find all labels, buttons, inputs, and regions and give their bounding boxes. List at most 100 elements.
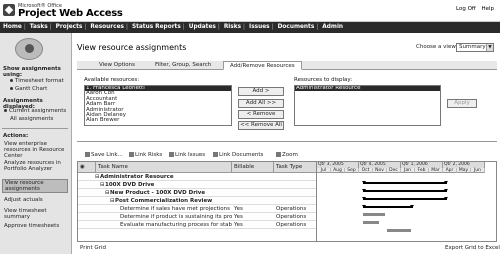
link-risks-button[interactable]: Link Risks xyxy=(129,150,162,160)
resources-to-display-list[interactable]: Administrator Resource xyxy=(294,85,441,126)
add-all-button[interactable]: Add All >> xyxy=(238,99,284,108)
choose-view-select[interactable]: Summary ▼ xyxy=(456,43,494,52)
options-tabs: View Options Filter, Group, Search Add/R… xyxy=(77,61,497,70)
gantt-month-header: Nov xyxy=(373,167,387,173)
summary-bar xyxy=(362,181,448,184)
task-name-cell: 100X DVD Drive xyxy=(105,182,155,188)
table-row[interactable]: ⊟ 100X DVD Drive xyxy=(78,181,316,189)
gantt-month-header: Aug xyxy=(331,167,345,173)
available-resources-list[interactable]: 1. Francesca Leonetti Aaron Con Accounta… xyxy=(84,85,232,126)
task-type-cell: Operations xyxy=(276,206,307,212)
task-bar xyxy=(387,229,411,232)
current-assignments-option[interactable]: Current assignments xyxy=(4,108,66,114)
billable-cell: Yes xyxy=(234,206,243,212)
zoom-button[interactable]: Zoom xyxy=(276,150,298,160)
indicator-header: ◉ xyxy=(78,162,96,173)
action-view-enterprise[interactable]: View enterprise resources in Resource Ce… xyxy=(4,141,68,159)
collapse-icon[interactable]: ⊟ xyxy=(110,197,115,205)
nav-status-reports[interactable]: Status Reports xyxy=(132,24,181,30)
table-row[interactable]: Evaluate manufacturing process for stabi… xyxy=(78,221,316,229)
nav-admin[interactable]: Admin xyxy=(322,24,343,30)
tab-add-remove-resources[interactable]: Add/Remove Resources xyxy=(223,61,302,70)
summary-bar xyxy=(362,205,414,208)
gantt-month-header: Feb xyxy=(415,167,429,173)
task-name-cell: New Product - 100X DVD Drive xyxy=(110,190,206,196)
action-view-assignments[interactable]: View resource assignments xyxy=(2,179,68,193)
action-approve-timesheets[interactable]: Approve timesheets xyxy=(4,223,68,229)
collapse-icon[interactable]: ⊟ xyxy=(105,189,110,197)
table-row[interactable]: ⊟ Administrator Resource xyxy=(78,173,316,181)
nav-issues[interactable]: Issues xyxy=(249,24,270,30)
collapse-icon[interactable]: ⊟ xyxy=(95,173,100,181)
link-icon xyxy=(213,152,218,157)
apply-button[interactable]: Apply xyxy=(447,99,477,108)
page-title: View resource assignments xyxy=(77,43,187,52)
action-analyze-resources[interactable]: Analyze resources in Portfolio Analyzer xyxy=(4,160,68,172)
nav-projects[interactable]: Projects xyxy=(56,24,83,30)
available-label: Available resources: xyxy=(84,77,140,83)
gantt-month-header: Apr xyxy=(443,167,457,173)
export-grid-link[interactable]: Export Grid to Excel xyxy=(445,245,500,251)
task-name-cell: Determine if product is sustaining its p… xyxy=(120,214,232,220)
chevron-down-icon: ▼ xyxy=(486,44,493,51)
gantt-month-header: Jul xyxy=(317,167,331,173)
summary-bar xyxy=(362,189,448,192)
print-grid-link[interactable]: Print Grid xyxy=(80,245,106,251)
table-row[interactable]: ⊟ Post Commercialization Review xyxy=(78,197,316,205)
task-name-header[interactable]: Task Name xyxy=(96,162,232,173)
task-bar xyxy=(363,221,379,224)
link-issues-button[interactable]: Link Issues xyxy=(169,150,205,160)
log-off-link[interactable]: Log Off xyxy=(456,6,476,12)
choose-view-label: Choose a view: xyxy=(416,44,458,50)
nav-risks[interactable]: Risks xyxy=(224,24,241,30)
list-item[interactable]: Administrator Resource xyxy=(295,86,440,92)
table-row[interactable]: Determine if sales have met projections Y… xyxy=(78,205,316,213)
action-adjust-actuals[interactable]: Adjust actuals xyxy=(4,197,68,203)
add-button[interactable]: Add > xyxy=(238,87,284,96)
remove-button[interactable]: < Remove xyxy=(238,110,284,119)
save-link-button[interactable]: Save Link... xyxy=(85,150,123,160)
task-type-header[interactable]: Task Type xyxy=(274,162,316,173)
nav-tasks[interactable]: Tasks xyxy=(30,24,48,30)
link-icon xyxy=(169,152,174,157)
actions-heading: Actions: xyxy=(3,133,29,139)
nav-home[interactable]: Home xyxy=(3,24,22,30)
gantt-month-header: Dec xyxy=(387,167,401,173)
assignments-grid: ◉ Task Name Billable Task Type ⊟ Administ… xyxy=(77,161,317,242)
link-documents-button[interactable]: Link Documents xyxy=(213,150,263,160)
show-timesheet-option[interactable]: Timesheet format xyxy=(10,78,64,84)
billable-cell: Yes xyxy=(234,214,243,220)
left-panel: Show assignments using: Timesheet format… xyxy=(0,33,72,254)
task-bar xyxy=(363,213,385,216)
app-header: Microsoft® Office Project Web Access Log… xyxy=(0,0,500,22)
table-row[interactable]: Determine if product is sustaining its p… xyxy=(78,213,316,221)
nav-resources[interactable]: Resources xyxy=(90,24,124,30)
task-type-cell: Operations xyxy=(276,222,307,228)
nav-updates[interactable]: Updates xyxy=(189,24,216,30)
main-nav: Home | Tasks | Projects | Resources | Status… xyxy=(0,22,500,33)
link-icon xyxy=(129,152,134,157)
tab-filter-group-search[interactable]: Filter, Group, Search xyxy=(149,61,217,70)
collapse-icon[interactable]: ⊟ xyxy=(100,181,105,189)
remove-all-button[interactable]: << Remove All xyxy=(238,121,284,130)
gantt-month-header: Oct xyxy=(359,167,373,173)
tab-view-options[interactable]: View Options xyxy=(93,61,141,70)
table-row[interactable]: ⊟ New Product - 100X DVD Drive xyxy=(78,189,316,197)
save-icon xyxy=(85,152,90,157)
list-item[interactable]: Alan Brewer xyxy=(85,117,231,123)
task-type-cell: Operations xyxy=(276,214,307,220)
help-link[interactable]: Help xyxy=(481,6,494,12)
task-name-cell: Post Commercialization Review xyxy=(115,198,213,204)
nav-documents[interactable]: Documents xyxy=(278,24,315,30)
gantt-month-header: Jan xyxy=(401,167,415,173)
show-gantt-option[interactable]: Gantt Chart xyxy=(10,86,47,92)
billable-header[interactable]: Billable xyxy=(232,162,274,173)
gantt-month-header: Jun xyxy=(471,167,485,173)
gantt-month-header: Mar xyxy=(429,167,443,173)
gantt-month-header: May xyxy=(457,167,471,173)
all-assignments-option[interactable]: All assignments xyxy=(10,116,53,122)
action-view-timesheet[interactable]: View timesheet summary xyxy=(4,208,68,220)
show-heading: Show assignments using: xyxy=(3,66,61,78)
zoom-icon xyxy=(276,152,281,157)
task-name-cell: Evaluate manufacturing process for stabi… xyxy=(120,222,232,228)
